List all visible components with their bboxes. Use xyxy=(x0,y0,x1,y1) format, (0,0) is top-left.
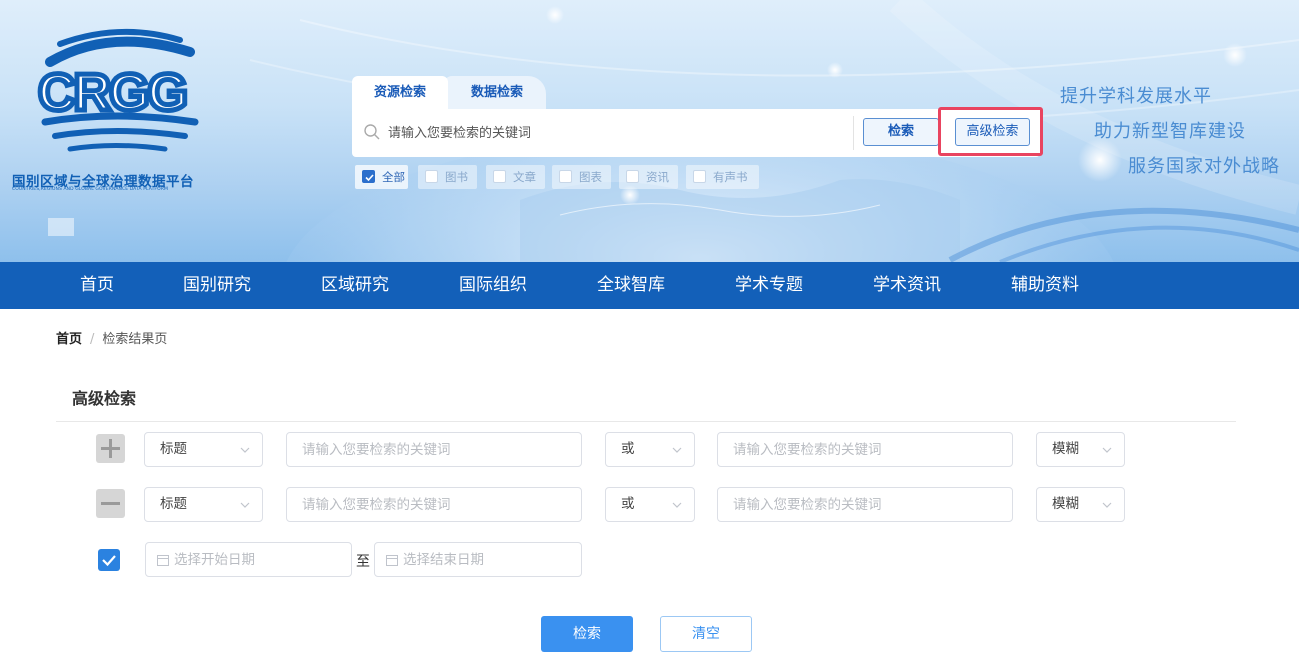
advanced-search-button[interactable]: 高级检索 xyxy=(955,118,1030,146)
advanced-search-submit-button[interactable]: 检索 xyxy=(541,616,633,652)
keyword-input-2b[interactable] xyxy=(717,487,1013,522)
end-date-picker[interactable] xyxy=(374,542,582,577)
nav-academic-news[interactable]: 学术资讯 xyxy=(847,262,967,309)
check-icon xyxy=(102,555,116,567)
field-select-1[interactable]: 标题 xyxy=(144,432,263,467)
chevron-down-icon xyxy=(240,502,250,508)
breadcrumb-separator: / xyxy=(90,332,95,347)
clear-button[interactable]: 清空 xyxy=(660,616,752,652)
logic-select-1-value: 或 xyxy=(621,441,635,457)
field-select-2[interactable]: 标题 xyxy=(144,487,263,522)
chevron-down-icon xyxy=(672,502,682,508)
filter-books[interactable]: 图书 xyxy=(418,165,477,189)
date-range-checkbox[interactable] xyxy=(98,549,120,571)
add-condition-button[interactable] xyxy=(96,434,125,463)
breadcrumb-home[interactable]: 首页 xyxy=(56,332,82,347)
filter-charts-label: 图表 xyxy=(579,170,602,184)
start-date-input[interactable] xyxy=(174,543,344,576)
chevron-down-icon xyxy=(240,447,250,453)
match-select-2[interactable]: 模糊 xyxy=(1036,487,1125,522)
filter-charts-checkbox[interactable] xyxy=(559,170,572,183)
search-button[interactable]: 检索 xyxy=(863,118,939,146)
keyword-input-1b[interactable] xyxy=(717,432,1013,467)
logic-select-2-value: 或 xyxy=(621,496,635,512)
field-select-2-value: 标题 xyxy=(160,496,187,512)
filter-all[interactable]: 全部 xyxy=(355,165,408,189)
match-select-1-value: 模糊 xyxy=(1052,441,1079,457)
filter-news[interactable]: 资讯 xyxy=(619,165,678,189)
chevron-down-icon xyxy=(1102,502,1112,508)
search-divider xyxy=(853,116,854,150)
check-icon xyxy=(365,174,374,182)
logic-select-1[interactable]: 或 xyxy=(605,432,695,467)
field-select-1-value: 标题 xyxy=(160,441,187,457)
filter-articles-label: 文章 xyxy=(513,170,536,184)
header-banner: CRGG 国别区域与全球治理数据平台 COUNTRIES,REGIONS AND… xyxy=(0,0,1299,262)
platform-subtitle: COUNTRIES,REGIONS AND GLOBAL GOVERNANCE … xyxy=(12,187,168,192)
plus-icon-vertical xyxy=(109,439,112,458)
nav-regional-studies[interactable]: 区域研究 xyxy=(295,262,415,309)
chevron-down-icon xyxy=(672,447,682,453)
filter-articles[interactable]: 文章 xyxy=(486,165,545,189)
nav-intl-orgs[interactable]: 国际组织 xyxy=(433,262,553,309)
filter-audiobooks[interactable]: 有声书 xyxy=(686,165,759,189)
slogan-2: 助力新型智库建设 xyxy=(1094,121,1246,142)
filter-news-checkbox[interactable] xyxy=(626,170,639,183)
keyword-input-1a[interactable] xyxy=(286,432,582,467)
minus-icon xyxy=(101,502,120,505)
slogan-3: 服务国家对外战略 xyxy=(1128,156,1280,177)
nav-academic-topics[interactable]: 学术专题 xyxy=(709,262,829,309)
filter-news-label: 资讯 xyxy=(646,170,669,184)
tab-data-search[interactable]: 数据检索 xyxy=(444,76,546,109)
logic-select-2[interactable]: 或 xyxy=(605,487,695,522)
date-range-separator: 至 xyxy=(356,554,370,570)
calendar-icon xyxy=(157,555,169,566)
filter-all-checkbox[interactable] xyxy=(362,170,375,183)
section-divider xyxy=(56,421,1236,422)
keyword-input-2a[interactable] xyxy=(286,487,582,522)
nav-country-studies[interactable]: 国别研究 xyxy=(157,262,277,309)
match-select-2-value: 模糊 xyxy=(1052,496,1079,512)
search-icon xyxy=(364,124,380,140)
filter-books-checkbox[interactable] xyxy=(425,170,438,183)
breadcrumb: 首页 / 检索结果页 xyxy=(56,328,167,347)
slogan-1: 提升学科发展水平 xyxy=(1060,86,1212,107)
filter-books-label: 图书 xyxy=(445,170,468,184)
end-date-input[interactable] xyxy=(403,543,573,576)
filter-audiobooks-checkbox[interactable] xyxy=(693,170,706,183)
match-select-1[interactable]: 模糊 xyxy=(1036,432,1125,467)
chevron-down-icon xyxy=(1102,447,1112,453)
tab-resource-search[interactable]: 资源检索 xyxy=(352,76,448,109)
filter-audiobooks-label: 有声书 xyxy=(713,170,748,184)
breadcrumb-current: 检索结果页 xyxy=(102,332,168,347)
search-input[interactable] xyxy=(388,118,838,148)
calendar-icon xyxy=(386,555,398,566)
filter-all-label: 全部 xyxy=(382,170,405,184)
filter-articles-checkbox[interactable] xyxy=(493,170,506,183)
nav-global-thinktanks[interactable]: 全球智库 xyxy=(571,262,691,309)
nav-auxiliary[interactable]: 辅助资料 xyxy=(985,262,1105,309)
remove-condition-button[interactable] xyxy=(96,489,125,518)
main-nav: 首页 国别研究 区域研究 国际组织 全球智库 学术专题 学术资讯 辅助资料 xyxy=(0,262,1299,309)
nav-home[interactable]: 首页 xyxy=(37,262,157,309)
advanced-search-title: 高级检索 xyxy=(72,389,137,408)
filter-charts[interactable]: 图表 xyxy=(552,165,611,189)
start-date-picker[interactable] xyxy=(145,542,352,577)
crgg-logo: CRGG xyxy=(36,28,199,152)
